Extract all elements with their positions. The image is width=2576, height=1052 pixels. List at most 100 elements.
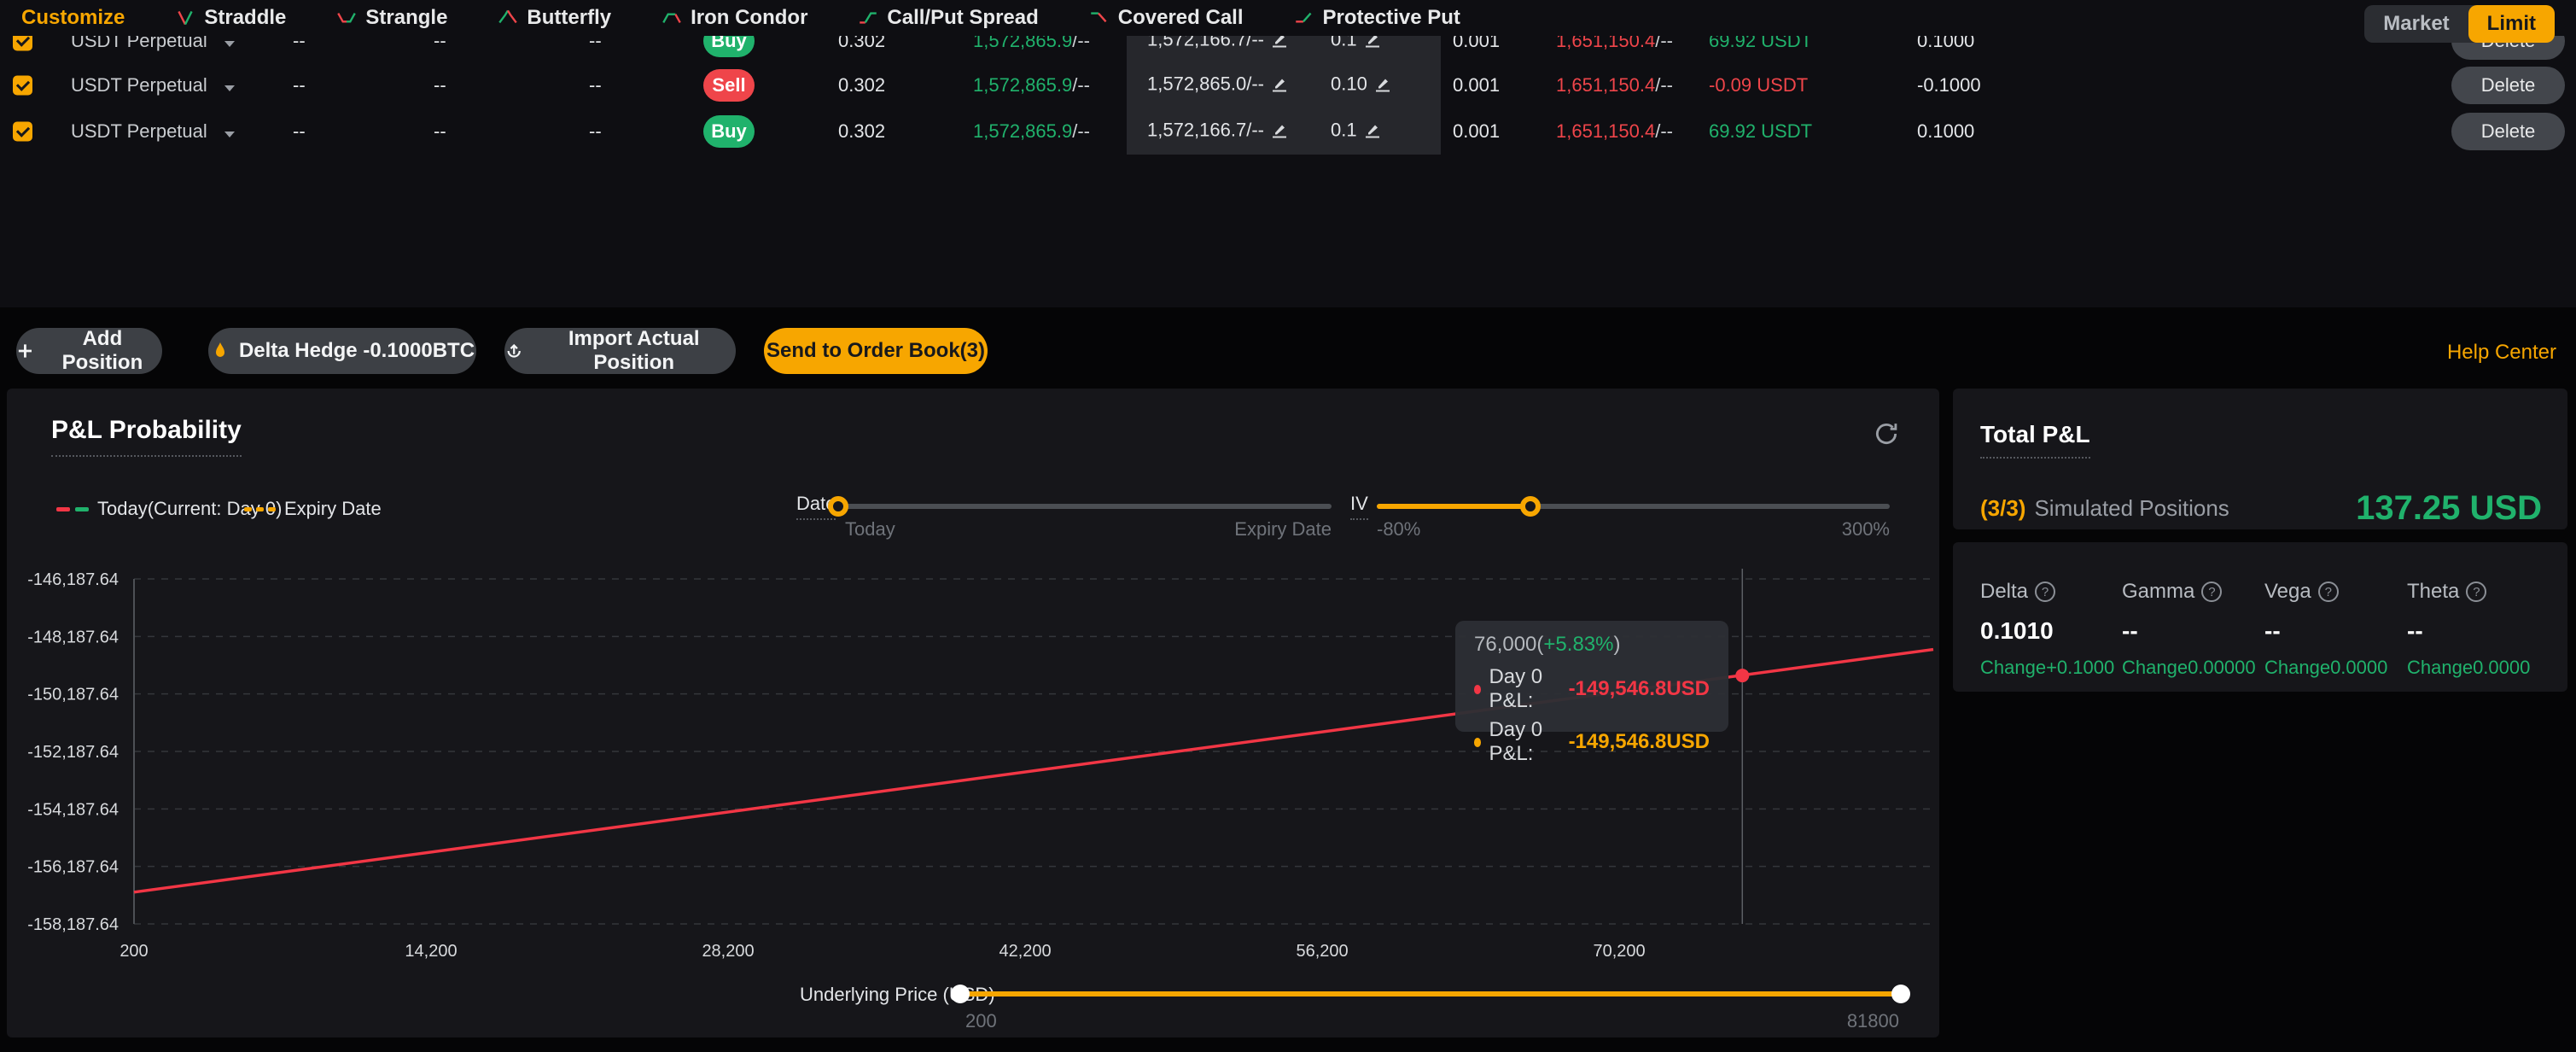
pnl-value: -0.09 USDT <box>1709 74 1808 96</box>
import-position-button[interactable]: Import Actual Position <box>504 328 736 374</box>
empty-value: -- <box>293 74 306 96</box>
iron-condor-icon <box>661 7 683 29</box>
greek-gamma: Gamma? -- Change0.00000 <box>2122 580 2264 679</box>
svg-text:-152,187.64: -152,187.64 <box>27 743 119 762</box>
nav-item-iron-condor[interactable]: Iron Condor <box>661 6 807 30</box>
svg-text:42,200: 42,200 <box>999 942 1051 961</box>
total-pnl-title: Total P&L <box>1980 421 2090 459</box>
series-dot-orange <box>1474 738 1481 747</box>
greek-change: Change0.0000 <box>2264 657 2406 679</box>
greeks-panel: Delta? 0.1010 Change+0.1000 Gamma? -- Ch… <box>1953 542 2567 692</box>
chart-tooltip: 76,000(+5.83%) Day 0 P&L: -149,546.8USD … <box>1455 621 1728 732</box>
table-row: USDT Perpetual -- -- -- Buy 0.302 1,572,… <box>0 108 2576 155</box>
entry-qty-editable: 0.1 <box>1331 120 1381 144</box>
svg-text:200: 200 <box>119 942 148 961</box>
row-checkbox[interactable] <box>13 76 32 96</box>
delete-button[interactable]: Delete <box>2451 67 2565 104</box>
question-icon[interactable]: ? <box>2318 582 2339 602</box>
svg-text:-150,187.64: -150,187.64 <box>27 686 119 704</box>
svg-text:-158,187.64: -158,187.64 <box>27 915 119 934</box>
pnl-probability-panel: P&L Probability Today(Current: Day 0) Ex… <box>7 389 1939 1037</box>
instrument-select[interactable]: USDT Perpetual <box>71 120 235 143</box>
instrument-select[interactable]: USDT Perpetual <box>71 74 235 96</box>
send-to-order-book-button[interactable]: Send to Order Book(3) <box>764 328 988 374</box>
svg-text:-154,187.64: -154,187.64 <box>27 800 119 819</box>
edit-icon[interactable] <box>1271 76 1288 98</box>
empty-value: -- <box>293 120 306 143</box>
tooltip-row: Day 0 P&L: -149,546.8USD <box>1474 665 1710 713</box>
nav-item-covered-call[interactable]: Covered Call <box>1088 6 1244 30</box>
underlying-slider-handle-max[interactable] <box>1891 985 1910 1003</box>
svg-text:56,200: 56,200 <box>1296 942 1348 961</box>
entry-price-editable: 1,572,865.0/-- <box>1147 73 1288 98</box>
chevron-down-icon <box>224 41 235 47</box>
nav-item-straddle[interactable]: Straddle <box>174 6 286 30</box>
greek-value: -- <box>2122 617 2264 645</box>
edit-icon[interactable] <box>1374 76 1391 98</box>
nav-item-butterfly[interactable]: Butterfly <box>497 6 611 30</box>
flame-icon <box>210 341 230 361</box>
empty-value: -- <box>434 120 446 143</box>
delta-hedge-button[interactable]: Delta Hedge -0.1000BTC <box>208 328 476 374</box>
underlying-slider-handle-min[interactable] <box>951 985 970 1003</box>
help-center-link[interactable]: Help Center <box>2447 341 2556 365</box>
protective-put-icon <box>1293 7 1315 29</box>
empty-value: -- <box>589 74 602 96</box>
row-checkbox[interactable] <box>13 122 32 142</box>
nav-item-strangle[interactable]: Strangle <box>335 6 447 30</box>
total-pnl-panel: Total P&L (3/3) Simulated Positions 137.… <box>1953 389 2567 529</box>
pnl-value: 69.92 USDT <box>1709 120 1812 143</box>
nav-item-customize[interactable]: Customize <box>21 6 125 30</box>
order-type-toggle: Market Limit <box>2364 5 2555 43</box>
greek-delta: Delta? 0.1010 Change+0.1000 <box>1980 580 2122 679</box>
positions-section: USDT Perpetual -- -- -- Buy 0.302 1,572,… <box>0 0 2576 307</box>
market-button[interactable]: Market <box>2364 5 2468 43</box>
call-put-spread-icon <box>857 7 879 29</box>
instrument-label: USDT Perpetual <box>71 74 207 96</box>
delta-value: 0.1000 <box>1917 120 1974 143</box>
entry-qty-editable: 0.10 <box>1331 73 1391 98</box>
edit-icon[interactable] <box>1271 122 1288 144</box>
nav-item-protective-put[interactable]: Protective Put <box>1293 6 1460 30</box>
question-icon[interactable]: ? <box>2035 582 2055 602</box>
underlying-slider-min: 200 <box>965 1010 997 1032</box>
tooltip-row: Day 0 P&L: -149,546.8USD <box>1474 718 1710 766</box>
positions-table: USDT Perpetual -- -- -- Buy 0.302 1,572,… <box>0 0 2576 307</box>
svg-text:-156,187.64: -156,187.64 <box>27 858 119 877</box>
side-badge[interactable]: Buy <box>703 115 755 148</box>
strangle-icon <box>335 7 358 29</box>
question-icon[interactable]: ? <box>2201 582 2222 602</box>
plus-icon <box>16 342 34 360</box>
chevron-down-icon <box>224 85 235 91</box>
side-badge[interactable]: Sell <box>703 69 755 102</box>
delete-button[interactable]: Delete <box>2451 113 2565 150</box>
entry-price-editable: 1,572,166.7/-- <box>1147 120 1288 144</box>
greek-change: Change+0.1000 <box>1980 657 2122 679</box>
underlying-slider-track[interactable] <box>959 991 1899 996</box>
greek-value: -- <box>2407 617 2549 645</box>
question-icon[interactable]: ? <box>2466 582 2486 602</box>
straddle-icon <box>174 7 196 29</box>
svg-text:14,200: 14,200 <box>405 942 457 961</box>
edit-icon[interactable] <box>1364 122 1381 144</box>
underlying-slider-max: 81800 <box>1847 1010 1899 1032</box>
liq-price: 1,651,150.4/-- <box>1556 120 1673 143</box>
empty-value: -- <box>589 120 602 143</box>
greek-value: 0.1010 <box>1980 617 2122 645</box>
import-icon <box>504 341 523 361</box>
add-position-button[interactable]: Add Position <box>16 328 162 374</box>
qty-value: 0.302 <box>838 74 885 96</box>
positions-label: Simulated Positions <box>2034 495 2229 522</box>
mark-price: 1,572,865.9/-- <box>973 74 1090 96</box>
limit-button[interactable]: Limit <box>2468 5 2555 43</box>
empty-value: -- <box>434 74 446 96</box>
instrument-label: USDT Perpetual <box>71 120 207 142</box>
greek-theta: Theta? -- Change0.0000 <box>2407 580 2549 679</box>
svg-text:28,200: 28,200 <box>702 942 754 961</box>
butterfly-icon <box>497 7 519 29</box>
nav-item-call-put-spread[interactable]: Call/Put Spread <box>857 6 1038 30</box>
svg-text:-146,187.64: -146,187.64 <box>27 570 119 589</box>
svg-text:70,200: 70,200 <box>1594 942 1646 961</box>
chevron-down-icon <box>224 132 235 137</box>
greek-value: -- <box>2264 617 2406 645</box>
